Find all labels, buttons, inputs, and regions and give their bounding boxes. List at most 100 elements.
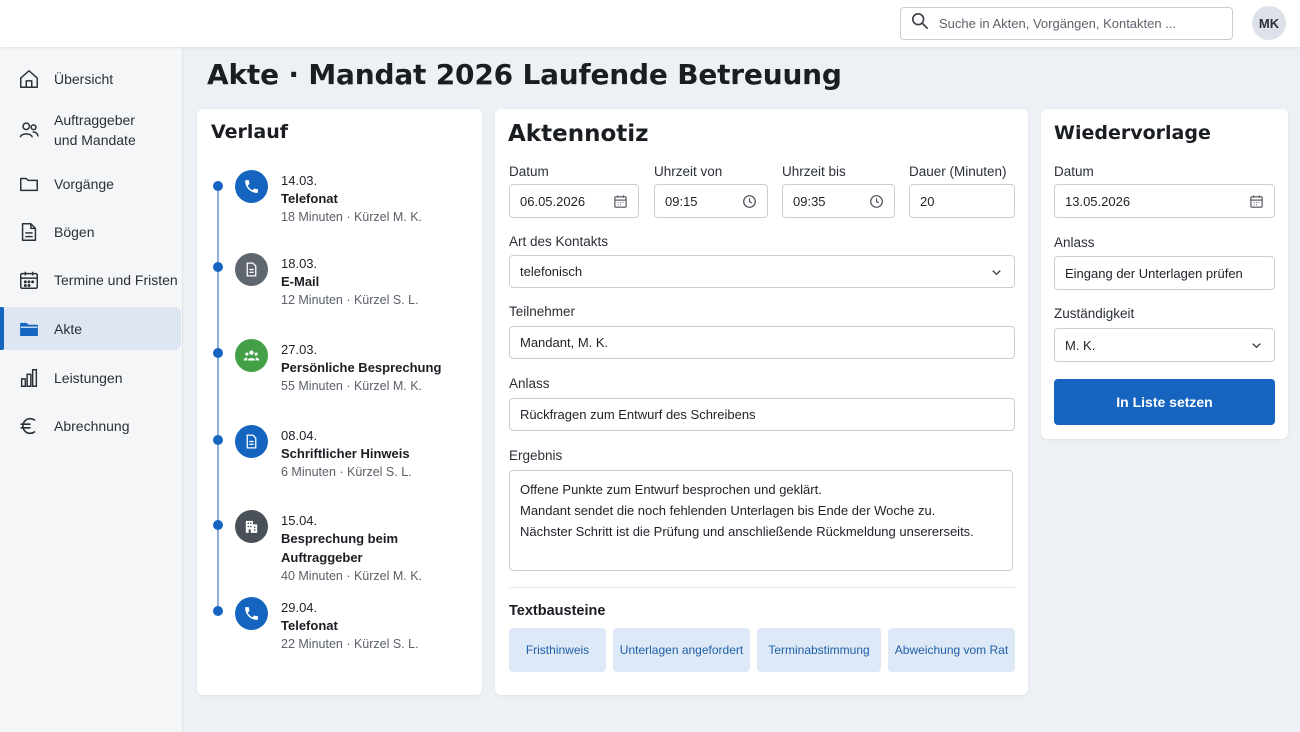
aktennotiz-title: Aktennotiz (508, 121, 649, 147)
search-icon (911, 12, 929, 35)
timeline-entry[interactable]: 29.04. Telefonat 22 Minuten · Kürzel S. … (281, 599, 419, 653)
euro-icon (18, 415, 40, 437)
folder-icon (18, 173, 40, 195)
sidebar-item-uebersicht[interactable]: Übersicht (0, 58, 181, 100)
sidebar-item-label: Bögen (54, 224, 95, 240)
document-icon (235, 253, 268, 286)
timeline-dot (213, 606, 223, 616)
dauer-value: 20 (920, 193, 935, 209)
chip-terminabstimmung[interactable]: Terminabstimmung (757, 628, 881, 672)
calendar-icon[interactable] (1249, 194, 1264, 209)
zustaendigkeit-value: M. K. (1065, 337, 1096, 353)
search-input[interactable] (939, 16, 1219, 31)
wv-anlass-label: Anlass (1054, 235, 1095, 250)
clock-icon[interactable] (869, 194, 884, 209)
search-box[interactable] (900, 7, 1233, 40)
anlass-label: Anlass (509, 376, 550, 391)
document-icon (235, 425, 268, 458)
clock-icon[interactable] (742, 194, 757, 209)
teilnehmer-value: Mandant, M. K. (520, 335, 609, 350)
avatar[interactable]: MK (1252, 6, 1286, 40)
sidebar-item-label: Abrechnung (54, 418, 130, 434)
timeline-date: 08.04. (281, 428, 318, 443)
timeline-dot (213, 262, 223, 272)
wv-datum-field[interactable]: 13.05.2026 (1054, 184, 1275, 218)
art-label: Art des Kontakts (509, 234, 609, 249)
sidebar-item-akte[interactable]: Akte (0, 307, 181, 350)
sidebar-item-label: Vorgänge (54, 176, 114, 192)
timeline-entry[interactable]: 08.04. Schriftlicher Hinweis 6 Minuten ·… (281, 427, 412, 481)
sidebar-item-label: Termine und Fristen (54, 272, 178, 288)
dauer-label: Dauer (Minuten) (909, 164, 1007, 179)
art-select[interactable]: telefonisch (509, 255, 1015, 288)
zustaendigkeit-label: Zuständigkeit (1054, 306, 1135, 321)
uhrzeit-von-value: 09:15 (665, 193, 698, 209)
wv-anlass-field[interactable]: Eingang der Unterlagen prüfen (1054, 256, 1275, 290)
sidebar-item-label: Akte (54, 320, 83, 337)
timeline-type: Telefonat (281, 191, 338, 206)
sidebar: Übersicht Auftraggeber und Mandate Vorgä… (0, 47, 183, 732)
art-value: telefonisch (520, 264, 583, 279)
sidebar-item-abrechnung[interactable]: Abrechnung (0, 405, 181, 447)
phone-icon (235, 597, 268, 630)
ergebnis-line: Nächster Schritt ist die Prüfung und ans… (520, 524, 974, 539)
timeline-type: Schriftlicher Hinweis (281, 446, 410, 461)
teilnehmer-label: Teilnehmer (509, 304, 576, 319)
group-icon (235, 339, 268, 372)
wiedervorlage-title: Wiedervorlage (1054, 122, 1211, 144)
chip-abweichung-vom-rat[interactable]: Abweichung vom Rat (888, 628, 1015, 672)
calendar-icon[interactable] (613, 194, 628, 209)
uhrzeit-von-label: Uhrzeit von (654, 164, 723, 179)
timeline-entry[interactable]: 15.04. Besprechung beim Auftraggeber 40 … (281, 512, 482, 585)
uhrzeit-bis-value: 09:35 (793, 193, 826, 209)
sidebar-item-label: Leistungen (54, 370, 123, 386)
timeline-entry[interactable]: 18.03. E-Mail 12 Minuten · Kürzel S. L. (281, 255, 419, 309)
timeline-type: Telefonat (281, 618, 338, 633)
chip-unterlagen-angefordert[interactable]: Unterlagen angefordert (613, 628, 750, 672)
timeline-type: Persönliche Besprechung (281, 360, 442, 375)
timeline-dot (213, 435, 223, 445)
sidebar-item-leistungen[interactable]: Leistungen (0, 357, 181, 399)
timeline-entry[interactable]: 14.03. Telefonat 18 Minuten · Kürzel M. … (281, 172, 422, 226)
timeline-meta: 40 Minuten · Kürzel M. K. (281, 569, 423, 583)
timeline-dot (213, 348, 223, 358)
verlauf-title: Verlauf (211, 121, 289, 143)
bar-chart-icon (18, 367, 40, 389)
sidebar-item-vorgaenge[interactable]: Vorgänge (0, 163, 181, 205)
ergebnis-textarea[interactable]: Offene Punkte zum Entwurf besprochen und… (509, 470, 1013, 571)
wv-datum-label: Datum (1054, 164, 1094, 179)
anlass-field[interactable]: Rückfragen zum Entwurf des Schreibens (509, 398, 1015, 431)
home-icon (18, 68, 40, 90)
chevron-down-icon (1249, 338, 1264, 353)
timeline-meta: 12 Minuten · Kürzel S. L. (281, 293, 419, 307)
sidebar-item-label: Auftraggeber und Mandate (54, 112, 136, 148)
sidebar-item-boegen[interactable]: Bögen (0, 211, 181, 253)
building-icon (235, 510, 268, 543)
divider (509, 587, 1015, 588)
teilnehmer-field[interactable]: Mandant, M. K. (509, 326, 1015, 359)
sidebar-item-auftraggeber[interactable]: Auftraggeber und Mandate (0, 108, 181, 152)
zustaendigkeit-select[interactable]: M. K. (1054, 328, 1275, 362)
sidebar-item-termine[interactable]: Termine und Fristen (0, 259, 181, 301)
timeline-date: 29.04. (281, 600, 318, 615)
timeline-type: Besprechung beim Auftraggeber (281, 531, 399, 565)
datum-field[interactable]: 06.05.2026 (509, 184, 639, 218)
uhrzeit-bis-field[interactable]: 09:35 (782, 184, 895, 218)
document-icon (18, 221, 40, 243)
users-icon (18, 119, 40, 141)
timeline-line (217, 183, 219, 611)
timeline-meta: 6 Minuten · Kürzel S. L. (281, 465, 412, 479)
timeline-meta: 22 Minuten · Kürzel S. L. (281, 637, 419, 651)
chip-fristhinweis[interactable]: Fristhinweis (509, 628, 606, 672)
wiedervorlage-card: Wiedervorlage Datum 13.05.2026 Anlass Ei… (1041, 109, 1288, 439)
page-title: Akte · Mandat 2026 Laufende Betreuung (207, 58, 842, 91)
dauer-field[interactable]: 20 (909, 184, 1015, 218)
phone-icon (235, 170, 268, 203)
calendar-icon (18, 269, 40, 291)
datum-label: Datum (509, 164, 549, 179)
in-liste-setzen-button[interactable]: In Liste setzen (1054, 379, 1275, 425)
uhrzeit-von-field[interactable]: 09:15 (654, 184, 768, 218)
timeline-entry[interactable]: 27.03. Persönliche Besprechung 55 Minute… (281, 341, 441, 395)
chevron-down-icon (989, 265, 1004, 280)
timeline-dot (213, 520, 223, 530)
